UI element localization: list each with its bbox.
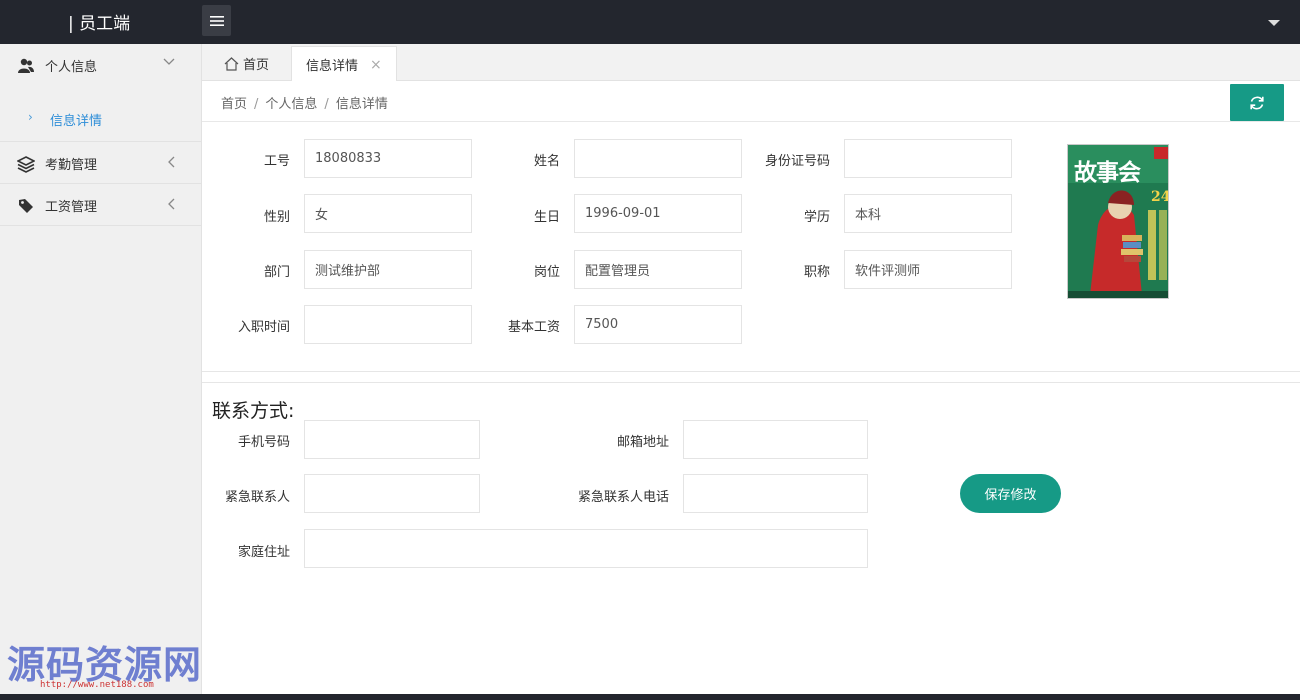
employee-no-label: 工号 [263,154,290,169]
save-button[interactable]: 保存修改 [960,474,1061,513]
birthday-field[interactable] [574,194,742,233]
hire-date-field[interactable] [304,305,472,344]
sidebar-item-label: 个人信息 [45,60,98,75]
email-field[interactable] [683,420,868,459]
section-divider [202,382,1300,383]
bottom-bar [0,694,1300,700]
profile-photo: 故事会 24 [1067,144,1169,299]
education-field[interactable] [844,194,1012,233]
email-label: 邮箱地址 [616,435,669,450]
breadcrumb-bar: 首页 / 个人信息 / 信息详情 [202,81,1300,122]
employee-no-field[interactable] [304,139,472,178]
birthday-label: 生日 [533,210,560,225]
gender-field[interactable] [304,194,472,233]
position-field[interactable] [574,250,742,289]
home-icon [224,56,239,71]
close-icon[interactable]: × [370,57,382,73]
position-label: 岗位 [533,265,560,280]
breadcrumb-separator: / [254,97,259,112]
watermark-url: http://www.net188.com [40,680,154,690]
sidebar-subitem-label: 信息详情 [50,114,103,129]
breadcrumb: 首页 / 个人信息 / 信息详情 [221,93,388,112]
tab-home[interactable]: 首页 [210,46,283,81]
base-salary-field[interactable] [574,305,742,344]
tab-label: 首页 [243,58,270,73]
base-salary-label: 基本工资 [507,320,560,335]
tag-icon [19,199,33,213]
refresh-button[interactable] [1230,84,1284,121]
contact-section-title: 联系方式: [212,400,295,422]
users-icon [18,58,34,73]
phone-label: 手机号码 [237,435,290,450]
education-label: 学历 [803,210,830,225]
sidebar-group-attendance[interactable]: 考勤管理 [0,142,201,184]
name-field[interactable] [574,139,742,178]
sidebar-item-label: 工资管理 [45,200,98,215]
breadcrumb-item[interactable]: 首页 [221,97,247,112]
sidebar: 个人信息 › 信息详情 考勤管理 工资管理 [0,44,202,694]
emergency-contact-label: 紧急联系人 [224,490,290,505]
hamburger-icon [209,15,224,26]
emergency-phone-label: 紧急联系人电话 [577,490,669,505]
breadcrumb-item: 信息详情 [335,97,388,112]
sidebar-item-label: 考勤管理 [45,158,98,173]
sidebar-group-personal-info[interactable]: 个人信息 › 信息详情 [0,44,201,142]
chevron-left-icon [168,156,175,168]
app-brand: | 员工端 [68,14,131,34]
emergency-contact-field[interactable] [304,474,480,513]
id-card-field[interactable] [844,139,1012,178]
job-title-field[interactable] [844,250,1012,289]
breadcrumb-separator: / [324,97,329,112]
address-label: 家庭住址 [237,545,290,560]
tab-info-detail[interactable]: 信息详情 × [291,46,397,82]
top-navbar: | 员工端 [0,0,1300,44]
job-title-label: 职称 [803,265,830,280]
chevron-down-icon [163,58,175,65]
sidebar-subitem-info-detail[interactable]: › 信息详情 [0,106,201,132]
menu-toggle-button[interactable] [202,5,231,36]
section-divider [202,371,1300,372]
chevron-left-icon [168,198,175,210]
magazine-title: 故事会 [1074,159,1141,186]
chevron-right-icon: › [28,110,33,124]
emergency-phone-field[interactable] [683,474,868,513]
magazine-issue: 24 [1151,189,1169,205]
department-field[interactable] [304,250,472,289]
user-menu-caret-icon[interactable] [1268,20,1280,26]
gender-label: 性别 [263,210,290,225]
hire-date-label: 入职时间 [237,320,290,335]
tab-bar: 首页 信息详情 × [202,44,1300,82]
phone-field[interactable] [304,420,480,459]
refresh-icon [1250,96,1264,109]
department-label: 部门 [263,265,290,280]
sidebar-group-salary[interactable]: 工资管理 [0,184,201,226]
address-field[interactable] [304,529,868,568]
layers-icon [17,156,35,173]
breadcrumb-item[interactable]: 个人信息 [265,97,317,112]
tab-label: 信息详情 [306,59,359,74]
name-label: 姓名 [533,154,560,169]
id-card-label: 身份证号码 [764,154,830,169]
